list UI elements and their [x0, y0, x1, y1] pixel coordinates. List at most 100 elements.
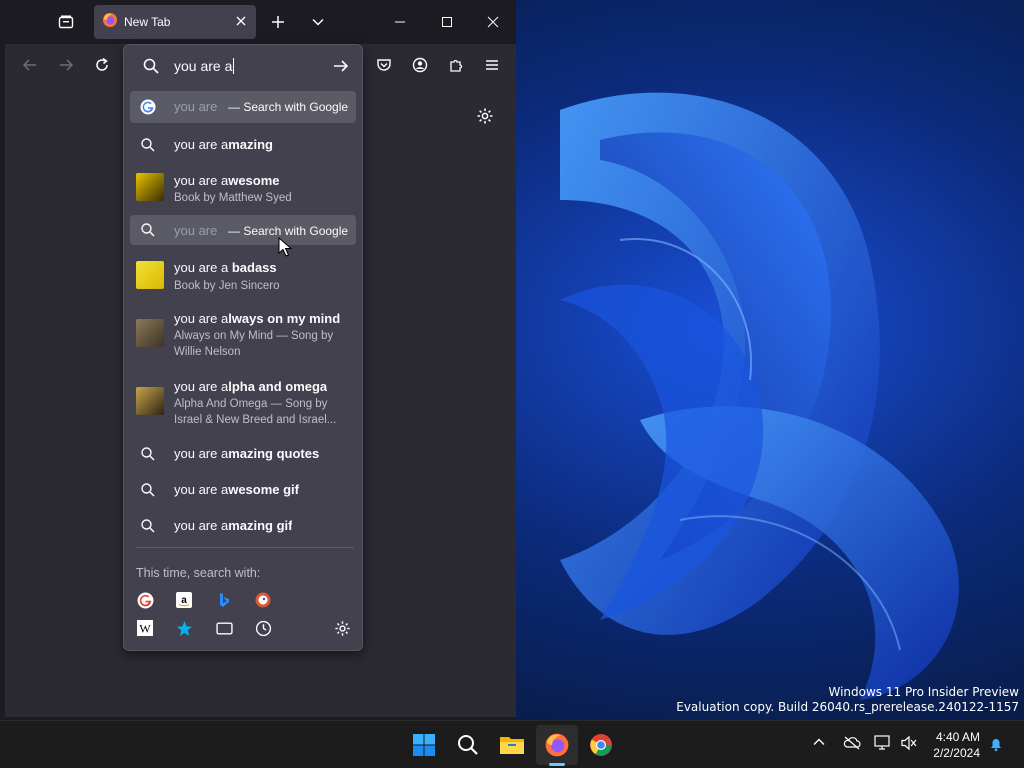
suggestion-you-are-awesome-book[interactable]: you are awesome Book by Matthew Syed: [130, 165, 356, 207]
new-tab-plus-icon[interactable]: [266, 10, 290, 34]
close-tab-icon[interactable]: [234, 14, 248, 33]
suggestion-text: you are amazing gif: [174, 518, 292, 533]
suggestion-you-are-amazing[interactable]: you are amazing: [130, 129, 356, 161]
svg-text:a: a: [181, 595, 187, 606]
suggestion-completion: mazing quotes: [228, 446, 320, 461]
wikipedia-icon[interactable]: W: [135, 618, 155, 638]
suggestion-typed: you are a: [174, 137, 229, 152]
suggestion-subtitle: Alpha And Omega — Song by Israel & New B…: [174, 398, 337, 426]
firefox-taskbar-icon[interactable]: [541, 729, 573, 761]
amazon-icon[interactable]: a: [174, 590, 194, 610]
duckduckgo-icon[interactable]: [253, 590, 273, 610]
address-bar-input[interactable]: you are a: [174, 58, 235, 74]
maximize-icon[interactable]: [435, 10, 459, 34]
search-icon: [140, 446, 156, 467]
suggestion-alpha-and-omega-song[interactable]: you are alpha and omega Alpha And Omega …: [130, 373, 356, 431]
mouse-cursor-icon: [278, 236, 293, 262]
system-clock[interactable]: 4:40 AM 2/2/2024: [924, 729, 980, 761]
address-bar-value: you are a: [174, 58, 233, 74]
history-clock-icon[interactable]: [253, 618, 273, 638]
file-explorer-folder-icon[interactable]: [496, 729, 528, 761]
search-icon[interactable]: [452, 729, 484, 761]
suggestion-search-with-google[interactable]: you are — Search with Google: [130, 91, 356, 123]
show-hidden-icons-chevron-up-icon[interactable]: [812, 735, 826, 754]
suggestion-completion: mazing gif: [228, 518, 293, 533]
pocket-icon[interactable]: [372, 53, 396, 77]
tabs-icon[interactable]: [214, 618, 234, 638]
clock-date: 2/2/2024: [933, 746, 980, 760]
suggestion-completion: wesome gif: [228, 482, 299, 497]
suggestion-completion: lpha and omega: [228, 379, 328, 394]
album-art-thumbnail: [136, 387, 164, 415]
suggestion-text: you are amazing: [174, 137, 273, 152]
watermark-line1: Windows 11 Pro Insider Preview: [828, 685, 1019, 699]
divider: [136, 547, 354, 548]
album-art-thumbnail: [136, 319, 164, 347]
suggestion-text: you are a badass: [174, 260, 277, 275]
account-icon[interactable]: [408, 53, 432, 77]
suggestion-text: you are always on my mind: [174, 311, 350, 326]
suggestion-typed: you are a: [174, 518, 229, 533]
suggestion-text: you are awesome: [174, 173, 280, 188]
search-icon: [140, 518, 156, 539]
tab-strip: New Tab: [0, 0, 516, 44]
firefox-logo-icon: [102, 12, 118, 33]
close-window-icon[interactable]: [481, 10, 505, 34]
onedrive-offline-icon[interactable]: [843, 735, 861, 756]
taskbar-running-indicator: [549, 763, 565, 766]
start-windows-icon[interactable]: [408, 729, 440, 761]
windows-watermark: Windows 11 Pro Insider Preview Evaluatio…: [676, 685, 1019, 715]
search-with-label: This time, search with:: [136, 566, 261, 580]
suggestion-typed: you are a: [174, 482, 229, 497]
list-tabs-chevron-down-icon[interactable]: [306, 10, 330, 34]
suggestion-completion: lways on my mind: [228, 311, 341, 326]
back-arrow-icon[interactable]: [18, 53, 42, 77]
svg-text:W: W: [139, 622, 151, 636]
network-icon[interactable]: [874, 735, 892, 756]
suggestion-typed-text: you are: [174, 223, 224, 238]
suggestion-text: you are alpha and omega: [174, 379, 327, 394]
suggestion-always-on-my-mind-song[interactable]: you are always on my mind Always on My M…: [130, 305, 356, 363]
search-settings-gear-icon[interactable]: [332, 618, 352, 638]
suggestion-typed: you are a: [174, 311, 229, 326]
book-cover-thumbnail: [136, 261, 164, 289]
notification-bell-icon[interactable]: [988, 736, 1004, 757]
suggestion-search-with-google-hover[interactable]: you are — Search with Google: [130, 215, 356, 245]
suggestion-completion: badass: [231, 260, 277, 275]
suggestion-subtitle: Book by Jen Sincero: [174, 280, 280, 292]
extensions-puzzle-icon[interactable]: [444, 53, 468, 77]
google-icon[interactable]: [135, 590, 155, 610]
suggestion-awesome-gif[interactable]: you are awesome gif: [130, 474, 356, 506]
suggestion-typed: you are a: [174, 173, 229, 188]
bing-icon[interactable]: [214, 590, 234, 610]
suggestion-amazing-gif[interactable]: you are amazing gif: [130, 510, 356, 542]
forward-arrow-icon[interactable]: [54, 53, 78, 77]
suggestion-typed: you are a: [174, 260, 232, 275]
search-icon: [142, 57, 160, 80]
go-arrow-icon[interactable]: [332, 57, 350, 80]
book-cover-thumbnail: [136, 173, 164, 201]
suggestion-typed: you are: [174, 223, 218, 238]
suggestion-completion: wesome: [228, 173, 280, 188]
taskbar: 4:40 AM 2/2/2024: [0, 720, 1024, 768]
suggestion-amazing-quotes[interactable]: you are amazing quotes: [130, 438, 356, 470]
firefox-view-icon[interactable]: [54, 10, 78, 34]
search-icon: [140, 222, 156, 243]
clock-time: 4:40 AM: [935, 730, 980, 744]
bookmarks-star-icon[interactable]: [174, 618, 194, 638]
reload-icon[interactable]: [90, 53, 114, 77]
volume-muted-icon[interactable]: [900, 735, 918, 756]
hamburger-menu-icon[interactable]: [480, 53, 504, 77]
suggestion-text: you are amazing quotes: [174, 446, 319, 461]
chrome-icon[interactable]: [585, 729, 617, 761]
suggestion-you-are-a-badass-book[interactable]: you are a badass Book by Jen Sincero: [130, 253, 356, 295]
page-settings-gear-icon[interactable]: [473, 104, 497, 128]
suggestion-typed: you are: [174, 99, 218, 114]
tab-new-tab[interactable]: New Tab: [94, 5, 256, 39]
text-caret: [233, 58, 235, 74]
search-icon: [140, 137, 156, 158]
minimize-icon[interactable]: [388, 10, 412, 34]
address-bar[interactable]: you are a: [124, 45, 362, 87]
suggestion-typed: you are a: [174, 379, 229, 394]
suggestion-search-with-label: — Search with Google: [228, 100, 349, 114]
